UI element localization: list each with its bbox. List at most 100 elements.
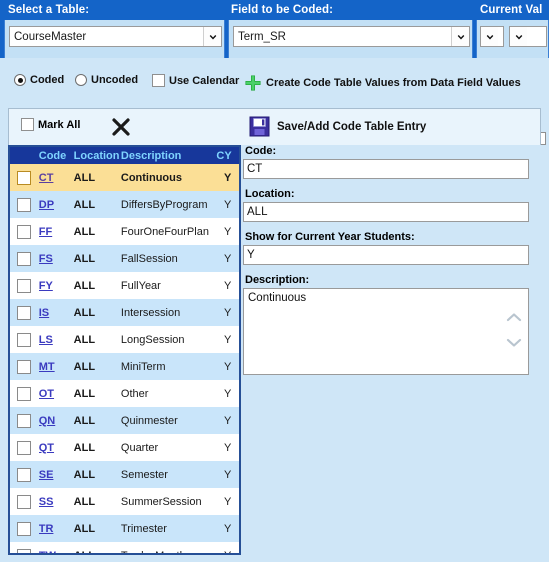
code-link[interactable]: FS — [39, 253, 53, 265]
column-header-code[interactable]: Code — [38, 147, 74, 164]
row-checkbox-cell[interactable] — [10, 299, 39, 326]
code-link[interactable]: FY — [39, 280, 53, 292]
table-row[interactable]: FS ALL FallSession Y — [10, 245, 239, 272]
checkbox-icon[interactable] — [17, 359, 32, 374]
checkbox-icon[interactable] — [17, 440, 32, 455]
row-checkbox-cell[interactable] — [10, 434, 39, 461]
table-row[interactable]: TR ALL Trimester Y — [10, 515, 239, 542]
table-row[interactable]: SE ALL Semester Y — [10, 461, 239, 488]
code-table-header: Code Location Description CY — [10, 147, 239, 164]
column-header-location[interactable]: Location — [73, 147, 121, 164]
row-checkbox-cell[interactable] — [10, 380, 39, 407]
code-link[interactable]: IS — [39, 307, 49, 319]
uncoded-radio[interactable]: Uncoded — [75, 74, 138, 86]
code-link[interactable]: QN — [39, 415, 56, 427]
row-checkbox-cell[interactable] — [10, 353, 39, 380]
row-cy-cell: Y — [216, 461, 239, 488]
scroll-up-icon[interactable] — [506, 311, 522, 323]
description-textarea[interactable]: Continuous — [243, 288, 529, 375]
delete-button[interactable] — [109, 115, 133, 139]
row-checkbox-cell[interactable] — [10, 272, 39, 299]
code-link[interactable]: SS — [39, 496, 54, 508]
row-description-cell: SummerSession — [120, 488, 217, 515]
code-link[interactable]: CT — [39, 172, 54, 184]
code-link[interactable]: SE — [39, 469, 54, 481]
checkbox-icon[interactable] — [17, 224, 32, 239]
row-description-cell: MiniTerm — [120, 353, 217, 380]
row-checkbox-cell[interactable] — [10, 407, 39, 434]
code-link[interactable]: TW — [39, 550, 56, 554]
code-link[interactable]: LS — [39, 334, 53, 346]
table-row[interactable]: QT ALL Quarter Y — [10, 434, 239, 461]
current-value-dropdown-b[interactable] — [509, 26, 547, 47]
table-row[interactable]: SS ALL SummerSession Y — [10, 488, 239, 515]
row-checkbox-cell[interactable] — [10, 191, 39, 218]
code-link[interactable]: TR — [39, 523, 54, 535]
select-table-value: CourseMaster — [14, 30, 87, 43]
mark-all-checkbox[interactable]: Mark All — [21, 118, 80, 131]
checkbox-icon[interactable] — [17, 278, 32, 293]
checkbox-icon[interactable] — [17, 386, 32, 401]
row-checkbox-cell[interactable] — [10, 515, 39, 542]
column-header-cy[interactable]: CY — [216, 147, 239, 164]
code-input[interactable] — [243, 159, 529, 179]
scroll-down-icon[interactable] — [506, 337, 522, 349]
row-location-cell: ALL — [73, 515, 121, 542]
checkbox-icon[interactable] — [17, 494, 32, 509]
row-checkbox-cell[interactable] — [10, 542, 39, 553]
code-table-container[interactable]: Code Location Description CY CT ALL Contin… — [8, 145, 241, 555]
row-checkbox-cell[interactable] — [10, 245, 39, 272]
table-row[interactable]: IS ALL Intersession Y — [10, 299, 239, 326]
chevron-down-icon[interactable] — [481, 27, 498, 46]
field-to-be-coded-dropdown[interactable]: Term_SR — [233, 26, 470, 47]
row-description-cell: FourOneFourPlan — [120, 218, 217, 245]
table-row[interactable]: FY ALL FullYear Y — [10, 272, 239, 299]
row-cy-cell: Y — [216, 434, 239, 461]
checkbox-icon[interactable] — [17, 521, 32, 536]
row-checkbox-cell[interactable] — [10, 326, 39, 353]
current-value-dropdown-a[interactable] — [480, 26, 504, 47]
table-row[interactable]: LS ALL LongSession Y — [10, 326, 239, 353]
row-checkbox-cell[interactable] — [10, 218, 39, 245]
checkbox-icon[interactable] — [17, 413, 32, 428]
row-code-cell: SE — [38, 461, 74, 488]
coded-radio[interactable]: Coded — [14, 74, 64, 86]
code-link[interactable]: MT — [39, 361, 55, 373]
checkbox-icon[interactable] — [17, 548, 32, 553]
use-calendar-checkbox[interactable]: Use Calendar — [152, 74, 239, 87]
code-link[interactable]: DP — [39, 199, 54, 211]
row-cy-cell: Y — [216, 515, 239, 542]
table-row[interactable]: OT ALL Other Y — [10, 380, 239, 407]
table-row[interactable]: TW ALLTwelveMonthY — [10, 542, 239, 554]
checkbox-icon[interactable] — [17, 467, 32, 482]
row-code-cell: SS — [38, 488, 74, 515]
row-code-cell: DP — [38, 191, 74, 218]
column-header-checkbox[interactable] — [10, 147, 39, 164]
checkbox-icon[interactable] — [17, 197, 32, 212]
checkbox-icon[interactable] — [17, 170, 32, 185]
table-row[interactable]: MT ALL MiniTerm Y — [10, 353, 239, 380]
save-add-code-table-entry-button[interactable]: Save/Add Code Table Entry — [249, 116, 426, 137]
chevron-down-icon[interactable] — [451, 27, 469, 46]
chevron-down-icon[interactable] — [203, 27, 221, 46]
location-input[interactable] — [243, 202, 529, 222]
checkbox-icon[interactable] — [17, 332, 32, 347]
row-checkbox-cell[interactable] — [10, 488, 39, 515]
checkbox-icon[interactable] — [17, 305, 32, 320]
select-table-dropdown[interactable]: CourseMaster — [9, 26, 222, 47]
use-calendar-label: Use Calendar — [169, 74, 240, 87]
table-row[interactable]: DP ALL DiffersByProgram Y — [10, 191, 239, 218]
column-header-description[interactable]: Description — [120, 147, 217, 164]
row-checkbox-cell[interactable] — [10, 461, 39, 488]
checkbox-icon[interactable] — [17, 251, 32, 266]
row-checkbox-cell[interactable] — [10, 164, 39, 191]
chevron-down-icon[interactable] — [510, 27, 527, 46]
create-code-table-values-button[interactable]: Create Code Table Values from Data Field… — [244, 74, 521, 92]
code-link[interactable]: FF — [39, 226, 52, 238]
table-row[interactable]: QN ALL Quinmester Y — [10, 407, 239, 434]
code-link[interactable]: OT — [39, 388, 54, 400]
code-link[interactable]: QT — [39, 442, 54, 454]
show-current-year-input[interactable] — [243, 245, 529, 265]
table-row[interactable]: CT ALL Continuous Y — [10, 164, 239, 191]
table-row[interactable]: FF ALL FourOneFourPlan Y — [10, 218, 239, 245]
